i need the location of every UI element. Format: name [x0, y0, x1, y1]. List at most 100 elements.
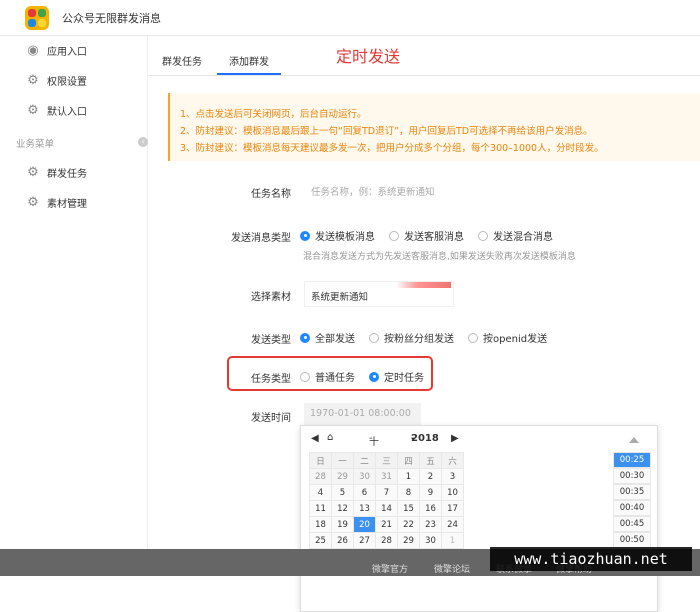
task-type-label: 任务类型 [251, 374, 291, 385]
top-bar: 公众号无限群发消息 [0, 0, 700, 36]
calendar-day[interactable]: 6 [353, 484, 376, 501]
calendar-day[interactable]: 21 [375, 516, 398, 533]
time-option[interactable]: 00:35 [613, 484, 651, 500]
chat-bubble-icon: ◉ [27, 42, 39, 58]
date-picker-popup: ◀ ⌂ 十一月 - 2018 - ▶ 日 一 二 三 四 五 六 28 29 3… [300, 425, 658, 612]
msg-type-radio-group: 发送模板消息 发送客服消息 发送混合消息 [300, 228, 553, 243]
tab-bar: 群发任务 添加群发 定时发送 [148, 36, 700, 76]
weekday-label: 三 [375, 452, 398, 469]
radio-scheduled-task[interactable]: 定时任务 [369, 369, 424, 384]
sidebar-item-label: 默认入口 [47, 106, 87, 118]
tab-add-mass[interactable]: 添加群发 [217, 53, 281, 75]
calendar-day[interactable]: 1 [441, 532, 464, 549]
sidebar-item-mass-tasks[interactable]: ⚙ 群发任务 [26, 162, 87, 182]
footer-link[interactable]: 微擎官方 [372, 562, 408, 575]
send-type-radio-group: 全部发送 按粉丝分组发送 按openid发送 [300, 330, 547, 345]
radio-dot-icon [369, 332, 379, 343]
calendar-day[interactable]: 3 [441, 468, 464, 485]
month-select[interactable]: 十一月 - [369, 433, 379, 478]
sidebar-item-materials[interactable]: ⚙ 素材管理 [26, 192, 87, 212]
material-label: 选择素材 [251, 292, 291, 303]
calendar-day[interactable]: 25 [309, 532, 332, 549]
calendar-day[interactable]: 30 [419, 532, 442, 549]
sidebar-item-app-entry[interactable]: ◉ 应用入口 [26, 40, 87, 60]
radio-mixed-msg[interactable]: 发送混合消息 [478, 228, 553, 243]
calendar-day[interactable]: 15 [397, 500, 420, 517]
radio-dot-icon [300, 332, 310, 343]
radio-dot-icon [478, 230, 488, 241]
calendar-day[interactable]: 18 [309, 516, 332, 533]
calendar-day[interactable]: 12 [331, 500, 354, 517]
notice-line: 3、防封建议：模板消息每天建议最多发一次，把用户分成多个分组，每个300–100… [180, 143, 604, 154]
time-option[interactable]: 00:45 [613, 516, 651, 532]
notice-box: 1、点击发送后可关闭网页，后台自动运行。 2、防封建议：模板消息最后跟上一句“回… [168, 93, 700, 161]
year-select[interactable]: 2018 - [411, 433, 439, 444]
time-option[interactable]: 00:50 [613, 532, 651, 548]
calendar-day[interactable]: 13 [353, 500, 376, 517]
task-type-radio-group: 普通任务 定时任务 [300, 369, 424, 384]
prev-month-icon[interactable]: ◀ [311, 433, 319, 444]
calendar-day[interactable]: 9 [419, 484, 442, 501]
app-title: 公众号无限群发消息 [62, 12, 161, 25]
home-icon[interactable]: ⌂ [327, 432, 333, 443]
calendar-day-today[interactable]: 20 [353, 516, 376, 533]
next-month-icon[interactable]: ▶ [451, 433, 459, 444]
calendar-day[interactable]: 1 [397, 468, 420, 485]
calendar-day[interactable]: 8 [397, 484, 420, 501]
calendar-day[interactable]: 16 [419, 500, 442, 517]
gear-icon: ⚙ [27, 102, 39, 118]
calendar-day[interactable]: 29 [397, 532, 420, 549]
calendar-day[interactable]: 28 [309, 468, 332, 485]
radio-template-msg[interactable]: 发送模板消息 [300, 228, 375, 243]
calendar-day[interactable]: 24 [441, 516, 464, 533]
radio-send-by-group[interactable]: 按粉丝分组发送 [369, 330, 454, 345]
calendar-day[interactable]: 4 [309, 484, 332, 501]
weekday-label: 四 [397, 452, 420, 469]
redacted-mark [396, 282, 451, 288]
time-option[interactable]: 00:40 [613, 500, 651, 516]
calendar-day[interactable]: 23 [419, 516, 442, 533]
radio-service-msg[interactable]: 发送客服消息 [389, 228, 464, 243]
calendar-day[interactable]: 17 [441, 500, 464, 517]
tab-mass-tasks[interactable]: 群发任务 [162, 53, 202, 68]
msg-type-hint: 混合消息发送方式为先发送客服消息,如果发送失败再次发送模板消息 [303, 252, 576, 262]
sidebar-item-label: 应用入口 [47, 46, 87, 58]
radio-dot-icon [389, 230, 399, 241]
calendar-day[interactable]: 29 [331, 468, 354, 485]
calendar-day[interactable]: 30 [353, 468, 376, 485]
gear-icon: ⚙ [27, 72, 39, 88]
calendar-day[interactable]: 11 [309, 500, 332, 517]
radio-dot-icon [468, 332, 478, 343]
task-name-label: 任务名称 [251, 189, 291, 200]
time-option[interactable]: 00:30 [613, 468, 651, 484]
calendar-day[interactable]: 5 [331, 484, 354, 501]
radio-normal-task[interactable]: 普通任务 [300, 369, 355, 384]
time-option-selected[interactable]: 00:25 [613, 452, 651, 468]
weekday-label: 五 [419, 452, 442, 469]
calendar-day[interactable]: 19 [331, 516, 354, 533]
sidebar-item-label: 权限设置 [47, 76, 87, 88]
radio-send-by-openid[interactable]: 按openid发送 [468, 330, 547, 345]
collapse-icon[interactable]: ‹ [138, 137, 148, 147]
calendar-day[interactable]: 10 [441, 484, 464, 501]
sidebar-item-default-entry[interactable]: ⚙ 默认入口 [26, 100, 87, 120]
radio-dot-icon [369, 371, 379, 382]
send-time-input[interactable]: 1970-01-01 08:00:00 [304, 403, 421, 426]
calendar-day[interactable]: 14 [375, 500, 398, 517]
calendar-day[interactable]: 28 [375, 532, 398, 549]
gear-icon: ⚙ [27, 164, 39, 180]
calendar-day[interactable]: 26 [331, 532, 354, 549]
time-scroll-up-icon[interactable] [629, 437, 639, 443]
calendar-day[interactable]: 7 [375, 484, 398, 501]
task-name-input[interactable]: 任务名称，例：系统更新通知 [304, 179, 694, 203]
footer-link[interactable]: 微擎论坛 [434, 562, 470, 575]
sidebar-item-permissions[interactable]: ⚙ 权限设置 [26, 70, 87, 90]
calendar-day[interactable]: 27 [353, 532, 376, 549]
watermark: www.tiaozhuan.net [490, 547, 692, 571]
radio-send-all[interactable]: 全部发送 [300, 330, 355, 345]
calendar-day[interactable]: 2 [419, 468, 442, 485]
calendar-day[interactable]: 22 [397, 516, 420, 533]
sidebar-item-label: 素材管理 [47, 198, 87, 210]
sidebar-item-label: 群发任务 [47, 168, 87, 180]
calendar-day[interactable]: 31 [375, 468, 398, 485]
